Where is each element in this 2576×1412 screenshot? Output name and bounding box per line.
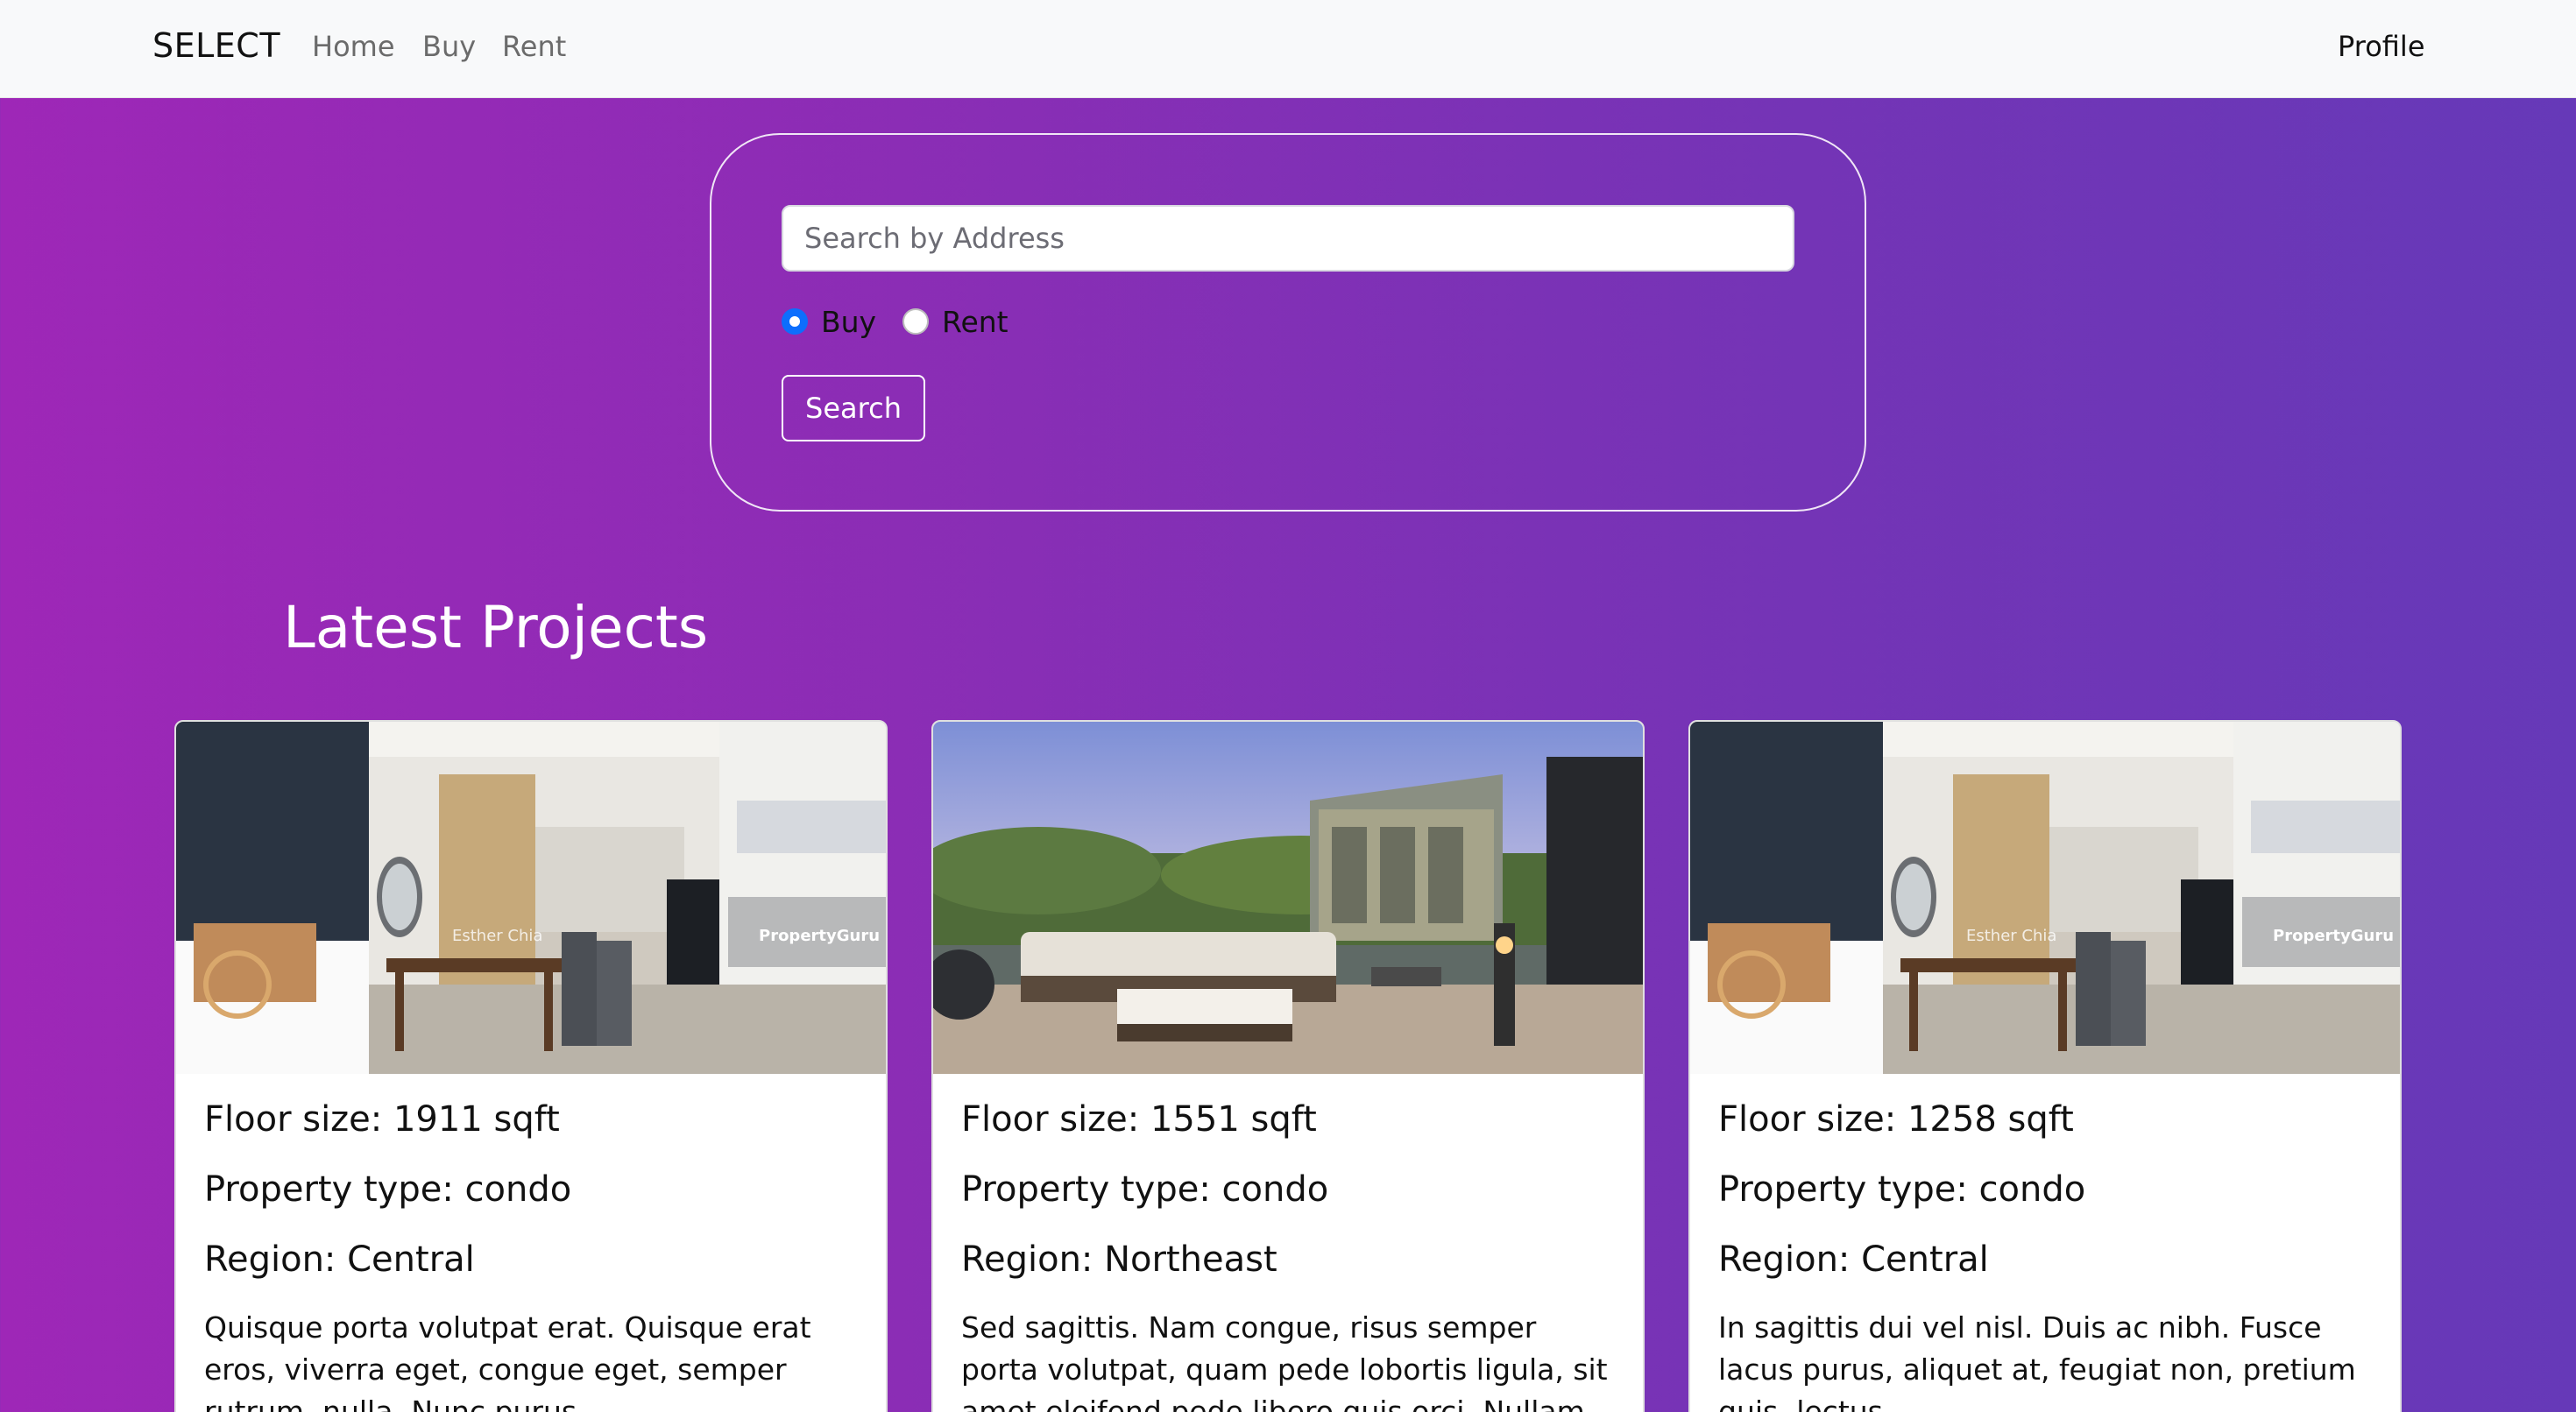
nav-link-rent[interactable]: Rent xyxy=(502,30,566,63)
floor-size: Floor size: 1911 sqft xyxy=(204,1099,560,1140)
buy-radio-label[interactable]: Buy xyxy=(821,305,876,339)
propertyguru-watermark: PropertyGuru xyxy=(759,927,880,945)
card-body: Floor size: 1911 sqft Property type: con… xyxy=(204,1097,861,1412)
rent-radio-label[interactable]: Rent xyxy=(942,305,1008,339)
nav-link-buy[interactable]: Buy xyxy=(422,30,476,63)
property-type: Property type: condo xyxy=(961,1169,1329,1210)
nav-link-profile[interactable]: Profile xyxy=(2338,30,2425,63)
top-navbar: SELECT Home Buy Rent Profile xyxy=(0,0,2576,98)
rent-radio[interactable] xyxy=(902,308,929,335)
project-card[interactable]: Esther Chia PropertyGuru Floor size: 125… xyxy=(1688,720,2402,1412)
floor-size: Floor size: 1551 sqft xyxy=(961,1099,1317,1140)
project-card[interactable]: Esther Chia PropertyGuru Floor size: 191… xyxy=(174,720,888,1412)
address-search-input[interactable] xyxy=(782,205,1794,272)
property-image: Esther Chia PropertyGuru xyxy=(1690,722,2400,1074)
svg-text:Esther Chia: Esther Chia xyxy=(1966,927,2056,945)
buy-radio[interactable] xyxy=(782,308,808,335)
nav-link-home[interactable]: Home xyxy=(312,30,395,63)
card-body: Floor size: 1551 sqft Property type: con… xyxy=(961,1097,1618,1412)
propertyguru-watermark: PropertyGuru xyxy=(2273,927,2394,945)
property-type: Property type: condo xyxy=(1718,1169,2086,1210)
property-image xyxy=(933,722,1643,1074)
card-description: Sed sagittis. Nam congue, risus semper p… xyxy=(961,1310,1608,1412)
svg-text:Esther Chia: Esther Chia xyxy=(452,927,542,945)
card-body: Floor size: 1258 sqft Property type: con… xyxy=(1718,1097,2375,1412)
brand-logo[interactable]: SELECT xyxy=(152,26,280,65)
region: Region: Northeast xyxy=(961,1239,1277,1280)
card-description: In sagittis dui vel nisl. Duis ac nibh. … xyxy=(1718,1310,2356,1412)
search-button[interactable]: Search xyxy=(782,375,925,441)
region: Region: Central xyxy=(204,1239,475,1280)
property-image: Esther Chia PropertyGuru xyxy=(176,722,886,1074)
project-card[interactable]: Floor size: 1551 sqft Property type: con… xyxy=(931,720,1645,1412)
property-type: Property type: condo xyxy=(204,1169,572,1210)
search-panel: Buy Rent Search xyxy=(710,133,1866,512)
floor-size: Floor size: 1258 sqft xyxy=(1718,1099,2074,1140)
card-description: Quisque porta volutpat erat. Quisque era… xyxy=(204,1310,811,1412)
section-title: Latest Projects xyxy=(283,594,709,661)
region: Region: Central xyxy=(1718,1239,1989,1280)
